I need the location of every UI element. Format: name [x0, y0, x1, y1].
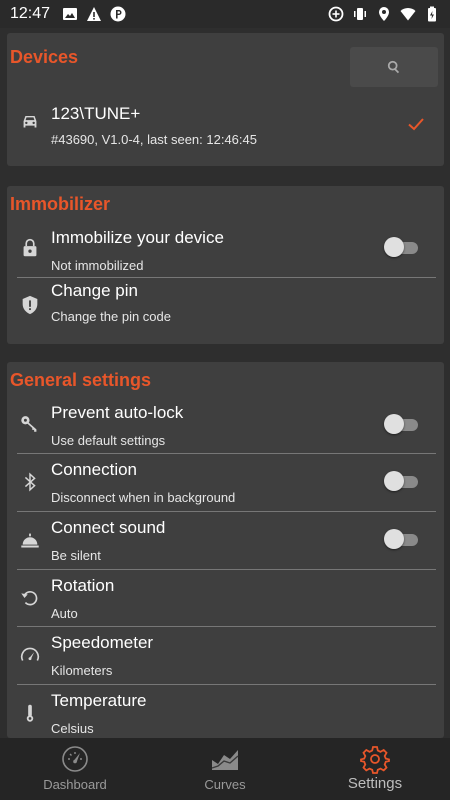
- car-icon: [19, 111, 41, 133]
- connect-sound-toggle[interactable]: [384, 528, 420, 550]
- devices-card: Devices 123\TUNE+ #43690, V1.0-4, last s…: [7, 33, 444, 166]
- status-time: 12:47: [10, 5, 51, 22]
- speedometer-sub: Kilometers: [51, 663, 113, 678]
- device-name: 123\TUNE+: [51, 104, 141, 123]
- wifi-icon: [400, 6, 416, 22]
- search-icon: [387, 60, 400, 74]
- rotation-sub: Auto: [51, 606, 78, 621]
- prevent-autolock-toggle[interactable]: [384, 413, 420, 435]
- immobilizer-title: Immobilizer: [10, 194, 111, 214]
- device-row[interactable]: 123\TUNE+ #43690, V1.0-4, last seen: 12:…: [7, 98, 444, 158]
- search-button[interactable]: [350, 47, 438, 87]
- immobilize-toggle[interactable]: [384, 236, 420, 258]
- devices-title: Devices: [10, 47, 79, 67]
- nav-curves-label: Curves: [204, 777, 246, 792]
- rotation-title: Rotation: [51, 576, 115, 595]
- shield-icon: [19, 294, 41, 316]
- temperature-title: Temperature: [51, 691, 147, 710]
- immobilize-title: Immobilize your device: [51, 228, 224, 247]
- data-saver-icon: [328, 6, 344, 22]
- speedometer-icon: [19, 644, 41, 666]
- status-bar: 12:47: [0, 0, 450, 28]
- key-icon: [19, 412, 41, 434]
- change-pin-title: Change pin: [51, 281, 138, 300]
- bell-icon: [19, 529, 41, 551]
- connect-sound-row[interactable]: Connect sound Be silent: [7, 512, 444, 570]
- dashboard-icon: [60, 744, 90, 774]
- bluetooth-icon: [19, 471, 41, 493]
- nav-settings[interactable]: Settings: [300, 738, 450, 800]
- connect-sound-title: Connect sound: [51, 518, 166, 537]
- rotation-icon: [19, 587, 41, 609]
- connection-toggle[interactable]: [384, 470, 420, 492]
- bottom-navigation: Dashboard Curves Settings: [0, 738, 450, 800]
- battery-icon: [424, 6, 440, 22]
- general-settings-title: General settings: [10, 370, 152, 390]
- change-pin-row[interactable]: Change pin Change the pin code: [7, 278, 444, 336]
- temperature-sub: Celsius: [51, 721, 94, 736]
- location-icon: [376, 6, 392, 22]
- nav-curves[interactable]: Curves: [150, 738, 300, 800]
- temperature-row[interactable]: Temperature Celsius: [7, 685, 444, 738]
- general-settings-card: General settings Prevent auto-lock Use d…: [7, 362, 444, 738]
- rotation-row[interactable]: Rotation Auto: [7, 570, 444, 627]
- prevent-autolock-sub: Use default settings: [51, 433, 166, 448]
- change-pin-sub: Change the pin code: [51, 309, 171, 324]
- immobilize-sub: Not immobilized: [51, 258, 144, 273]
- vibrate-icon: [352, 6, 368, 22]
- prevent-autolock-row[interactable]: Prevent auto-lock Use default settings: [7, 397, 444, 454]
- immobilize-row[interactable]: Immobilize your device Not immobilized: [7, 222, 444, 278]
- connection-title: Connection: [51, 460, 138, 479]
- prevent-autolock-title: Prevent auto-lock: [51, 403, 184, 422]
- speedometer-row[interactable]: Speedometer Kilometers: [7, 627, 444, 685]
- nav-dashboard-label: Dashboard: [43, 777, 107, 792]
- device-detail: #43690, V1.0-4, last seen: 12:46:45: [51, 132, 257, 147]
- warning-icon: [86, 6, 102, 22]
- image-icon: [62, 6, 78, 22]
- lock-icon: [19, 237, 41, 259]
- connect-sound-sub: Be silent: [51, 548, 101, 563]
- curves-icon: [210, 744, 240, 774]
- thermometer-icon: [19, 702, 41, 724]
- checkmark-icon: [406, 114, 426, 134]
- speedometer-title: Speedometer: [51, 633, 154, 652]
- parking-icon: [110, 6, 126, 22]
- immobilizer-card: Immobilizer Immobilize your device Not i…: [7, 186, 444, 344]
- nav-dashboard[interactable]: Dashboard: [0, 738, 150, 800]
- settings-icon: [360, 744, 390, 774]
- connection-sub: Disconnect when in background: [51, 490, 236, 505]
- nav-settings-label: Settings: [347, 775, 403, 792]
- connection-row[interactable]: Connection Disconnect when in background: [7, 454, 444, 512]
